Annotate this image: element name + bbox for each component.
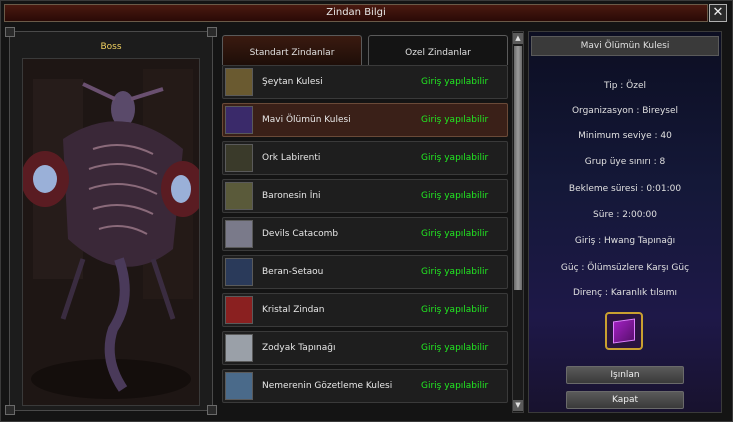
list-item[interactable]: Beran-Setaou Giriş yapılabilir bbox=[222, 255, 508, 289]
dungeon-thumbnail bbox=[225, 144, 253, 172]
detail-type: Tip : Özel bbox=[603, 81, 647, 91]
dungeon-status: Giriş yapılabilir bbox=[421, 229, 489, 239]
detail-entrance: Giriş : Hwang Tapınağı bbox=[574, 236, 676, 246]
list-item[interactable]: Kristal Zindan Giriş yapılabilir bbox=[222, 293, 508, 327]
boss-portrait bbox=[22, 58, 200, 406]
purple-book-icon[interactable] bbox=[605, 312, 643, 350]
dungeon-status: Giriş yapılabilir bbox=[421, 115, 489, 125]
frame-corner bbox=[207, 405, 217, 415]
dungeon-thumbnail bbox=[225, 220, 253, 248]
dungeon-status: Giriş yapılabilir bbox=[421, 153, 489, 163]
dungeon-name: Şeytan Kulesi bbox=[262, 77, 323, 87]
list-item[interactable]: Zodyak Tapınağı Giriş yapılabilir bbox=[222, 331, 508, 365]
dungeon-name: Ork Labirenti bbox=[262, 153, 321, 163]
boss-creature-image bbox=[23, 59, 199, 405]
list-item[interactable]: Baronesin İni Giriş yapılabilir bbox=[222, 179, 508, 213]
dungeon-name: Beran-Setaou bbox=[262, 267, 324, 277]
dungeon-status: Giriş yapılabilir bbox=[421, 191, 489, 201]
list-item[interactable]: Ork Labirenti Giriş yapılabilir bbox=[222, 141, 508, 175]
dungeon-name: Nemerenin Gözetleme Kulesi bbox=[262, 381, 393, 391]
dungeon-details-panel: Mavi Ölümün Kulesi Tip : Özel Organizasy… bbox=[528, 31, 722, 413]
scroll-down-icon[interactable]: ▼ bbox=[513, 400, 523, 411]
dungeon-thumbnail bbox=[225, 106, 253, 134]
dungeon-info-window: Zindan Bilgi ✕ Boss Standart Zindanlar O… bbox=[0, 0, 733, 422]
list-item[interactable]: Nemerenin Gözetleme Kulesi Giriş yapılab… bbox=[222, 369, 508, 403]
boss-label: Boss bbox=[100, 42, 122, 52]
scroll-up-icon[interactable]: ▲ bbox=[513, 33, 523, 44]
dungeon-name: Kristal Zindan bbox=[262, 305, 325, 315]
dungeon-status: Giriş yapılabilir bbox=[421, 343, 489, 353]
frame-corner bbox=[5, 27, 15, 37]
dungeon-status: Giriş yapılabilir bbox=[421, 305, 489, 315]
frame-corner bbox=[207, 27, 217, 37]
frame-corner bbox=[5, 405, 15, 415]
dungeon-thumbnail bbox=[225, 334, 253, 362]
dungeon-name: Mavi Ölümün Kulesi bbox=[262, 115, 351, 125]
dungeon-thumbnail bbox=[225, 372, 253, 400]
dungeon-status: Giriş yapılabilir bbox=[421, 77, 489, 87]
details-title: Mavi Ölümün Kulesi bbox=[531, 36, 719, 56]
dungeon-list-panel: Standart Zindanlar Ozel Zindanlar Şeytan… bbox=[218, 31, 511, 413]
detail-party-limit: Grup üye sınırı : 8 bbox=[584, 157, 666, 167]
dungeon-name: Baronesin İni bbox=[262, 191, 321, 201]
dungeon-status: Giriş yapılabilir bbox=[421, 267, 489, 277]
detail-duration: Süre : 2:00:00 bbox=[593, 210, 657, 220]
detail-cooldown: Bekleme süresi : 0:01:00 bbox=[568, 184, 682, 194]
close-icon[interactable]: ✕ bbox=[709, 4, 727, 22]
dungeon-thumbnail bbox=[225, 258, 253, 286]
close-button[interactable]: Kapat bbox=[566, 391, 684, 409]
window-title: Zindan Bilgi bbox=[326, 7, 386, 18]
teleport-button[interactable]: Işınlan bbox=[566, 366, 684, 384]
title-bar[interactable]: Zindan Bilgi bbox=[4, 4, 708, 22]
list-item[interactable]: Devils Catacomb Giriş yapılabilir bbox=[222, 217, 508, 251]
detail-resistance: Direnç : Karanlık tılsımı bbox=[572, 288, 678, 298]
dungeon-status: Giriş yapılabilir bbox=[421, 381, 489, 391]
boss-panel: Boss bbox=[9, 31, 213, 411]
list-scrollbar[interactable]: ▲ ▼ bbox=[512, 31, 524, 413]
list-item-selected[interactable]: Mavi Ölümün Kulesi Giriş yapılabilir bbox=[222, 103, 508, 137]
detail-min-level: Minimum seviye : 40 bbox=[578, 131, 672, 141]
tab-standard-dungeons[interactable]: Standart Zindanlar bbox=[222, 35, 362, 65]
detail-strength: Güç : Ölümsüzlere Karşı Güç bbox=[560, 263, 690, 273]
scrollbar-thumb[interactable] bbox=[514, 46, 522, 290]
list-item[interactable]: Şeytan Kulesi Giriş yapılabilir bbox=[222, 65, 508, 99]
dungeon-thumbnail bbox=[225, 182, 253, 210]
dungeon-name: Devils Catacomb bbox=[262, 229, 339, 239]
dungeon-thumbnail bbox=[225, 68, 253, 96]
detail-organization: Organizasyon : Bireysel bbox=[571, 106, 679, 116]
tab-special-dungeons[interactable]: Ozel Zindanlar bbox=[368, 35, 508, 65]
dungeon-name: Zodyak Tapınağı bbox=[262, 343, 336, 353]
dungeon-thumbnail bbox=[225, 296, 253, 324]
